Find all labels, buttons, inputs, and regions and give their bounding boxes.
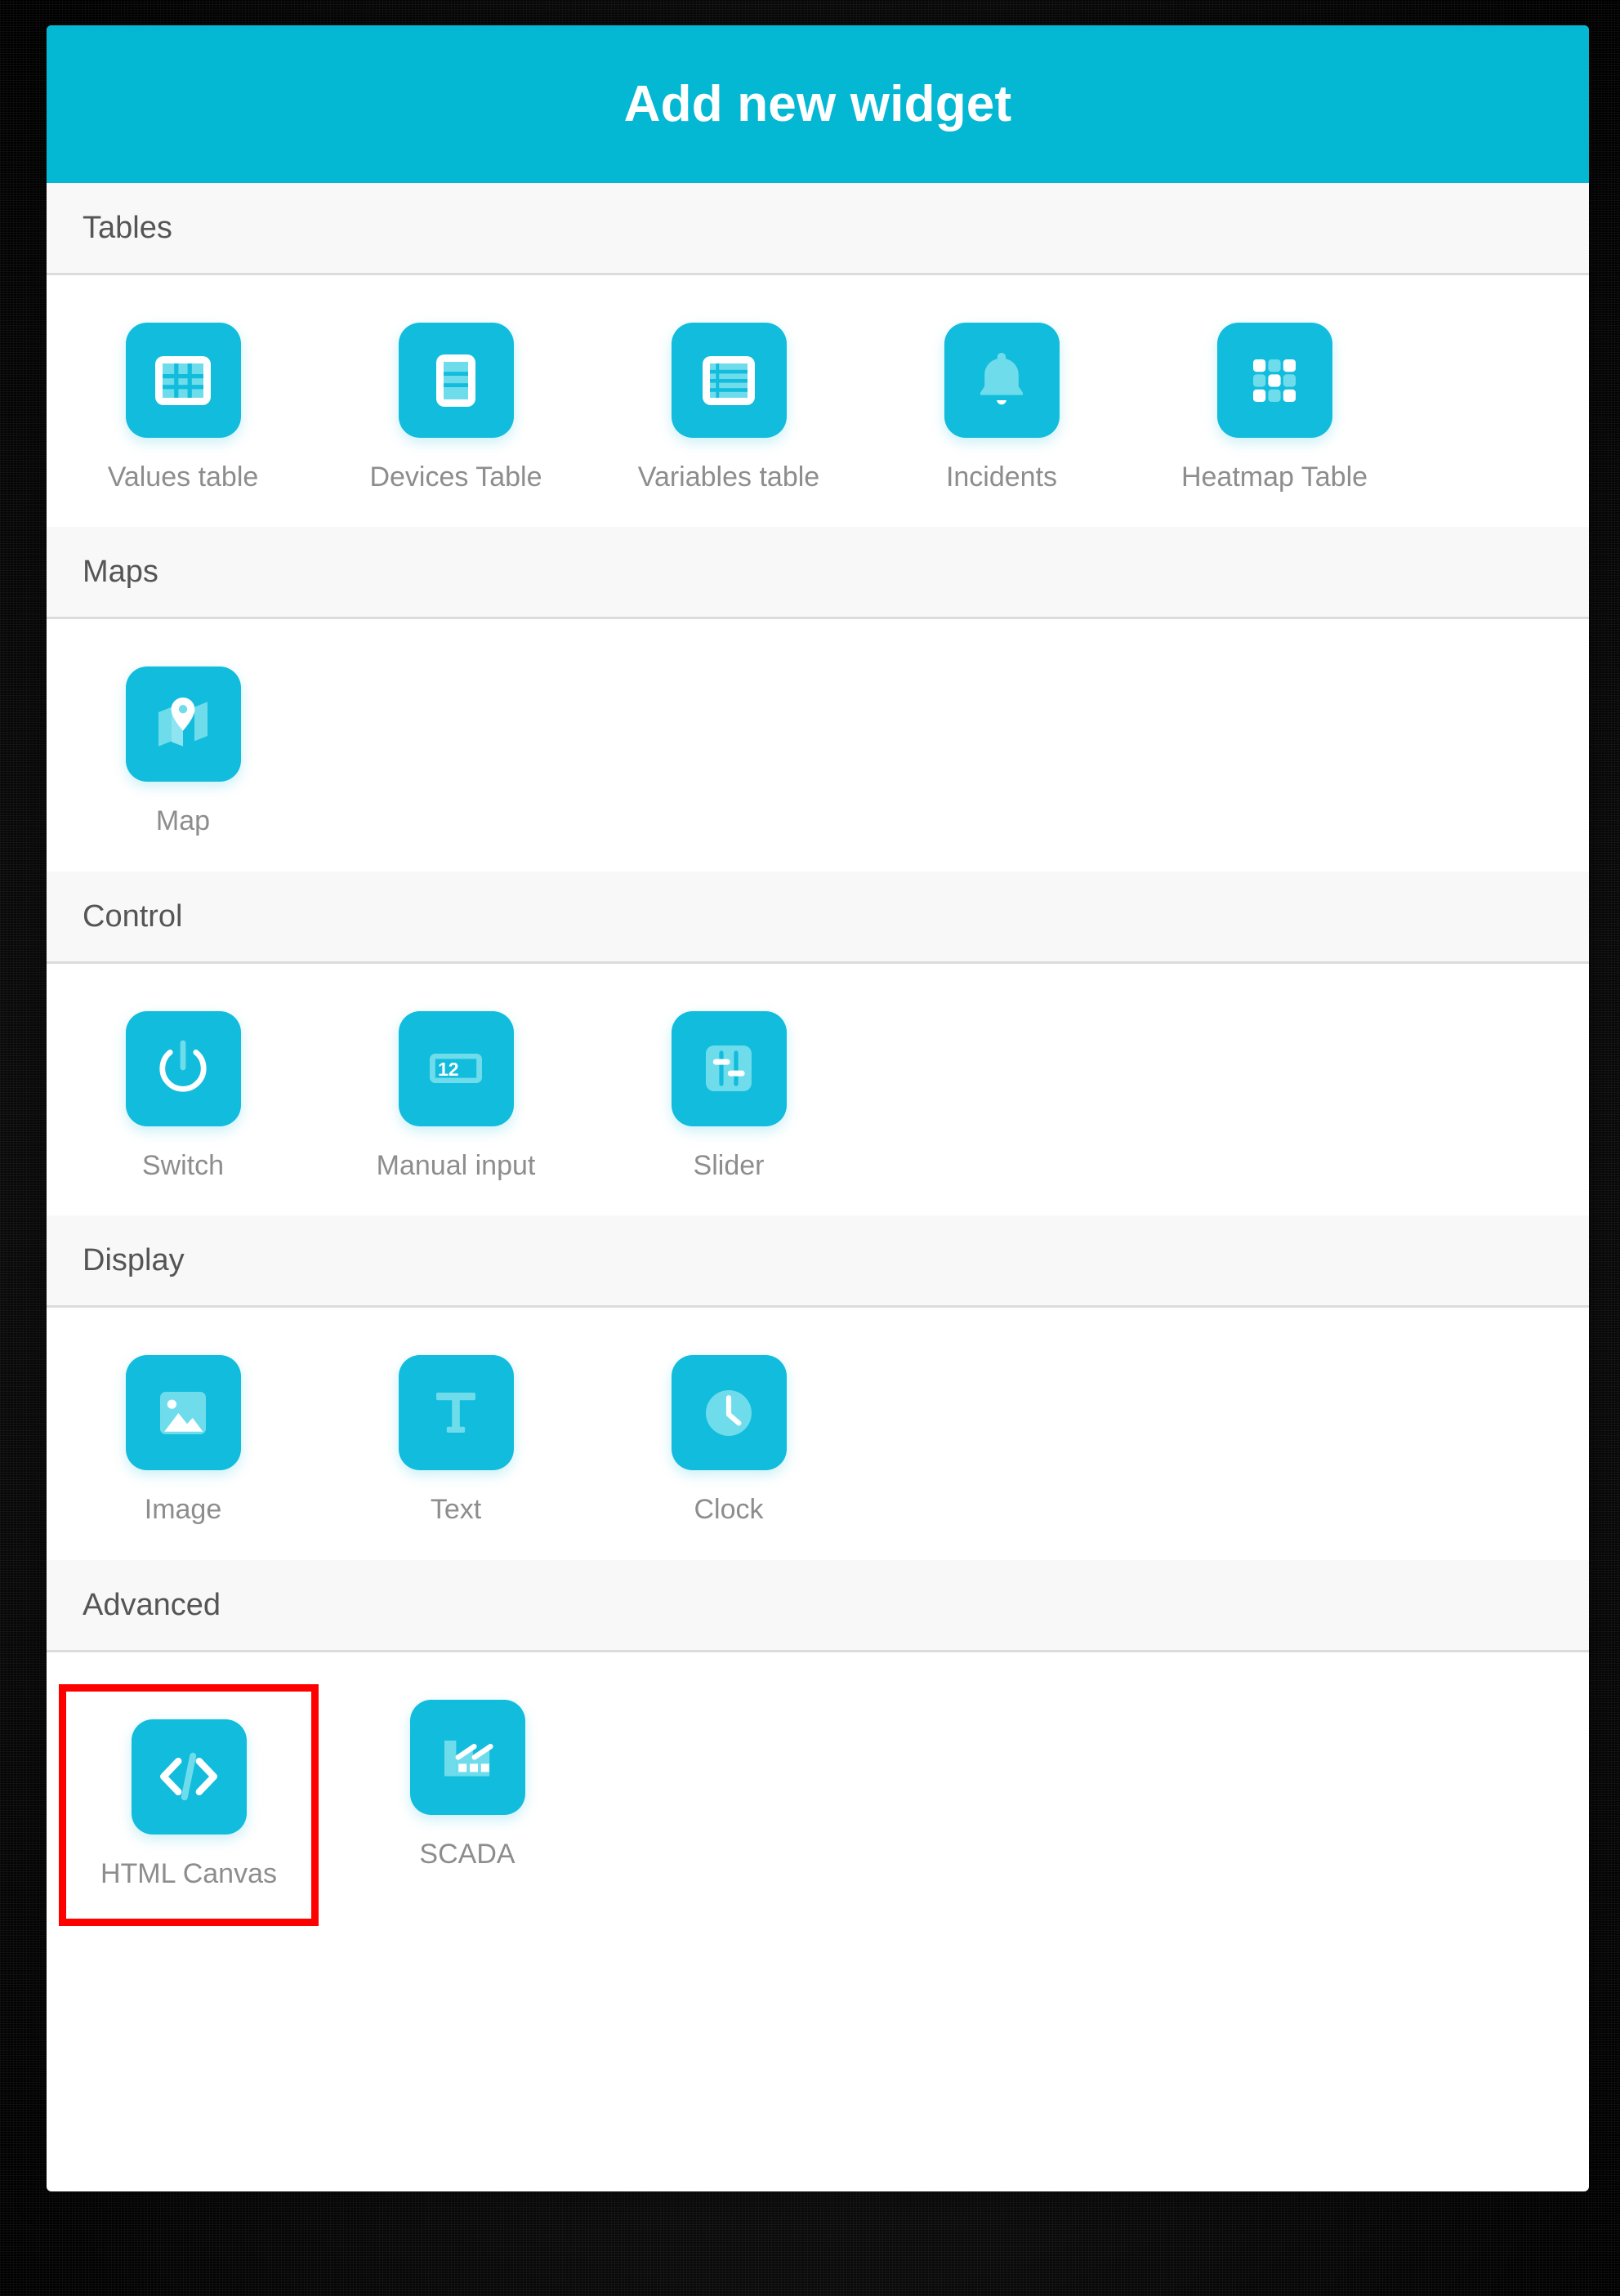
widget-row: Values table Devices Table Variables tab… bbox=[47, 275, 1589, 528]
widget-option-manual-input[interactable]: 12 Manual input bbox=[319, 1003, 592, 1181]
widget-option-image[interactable]: Image bbox=[47, 1347, 319, 1525]
widget-row: HTML Canvas SCADA bbox=[47, 1652, 1589, 1953]
widget-option-switch[interactable]: Switch bbox=[47, 1003, 319, 1181]
values-table-icon bbox=[125, 323, 241, 438]
widget-option-label: Devices Table bbox=[369, 461, 542, 493]
widget-option-devices-table[interactable]: Devices Table bbox=[319, 314, 592, 493]
widget-option-html-canvas[interactable]: HTML Canvas bbox=[59, 1683, 319, 1926]
widget-option-slider[interactable]: Slider bbox=[592, 1003, 865, 1181]
widget-option-scada[interactable]: SCADA bbox=[331, 1692, 604, 1919]
dialog-header: Add new widget bbox=[47, 25, 1589, 183]
widget-option-variables-table[interactable]: Variables table bbox=[592, 314, 865, 493]
section-header-display: Display bbox=[47, 1215, 1589, 1308]
widget-row: Image Text Clock bbox=[47, 1308, 1589, 1560]
widget-option-label: Text bbox=[430, 1494, 482, 1526]
widget-option-label: SCADA bbox=[419, 1838, 515, 1870]
add-widget-dialog: Add new widget Tables Values table Devic… bbox=[47, 25, 1589, 2191]
section-title: Maps bbox=[83, 555, 158, 590]
section-title: Display bbox=[83, 1243, 185, 1278]
heatmap-grid-icon bbox=[1216, 323, 1332, 438]
widget-option-heatmap-table[interactable]: Heatmap Table bbox=[1138, 314, 1411, 493]
bell-icon bbox=[944, 323, 1060, 438]
variables-table-icon bbox=[671, 323, 787, 438]
widget-option-map[interactable]: Map bbox=[47, 658, 319, 836]
widget-option-label: HTML Canvas bbox=[100, 1857, 278, 1889]
power-icon bbox=[125, 1010, 241, 1126]
widget-option-label: Variables table bbox=[637, 461, 820, 493]
widget-option-label: Slider bbox=[693, 1149, 765, 1181]
devices-table-icon bbox=[398, 323, 514, 438]
svg-text:12: 12 bbox=[438, 1059, 459, 1080]
section-title: Control bbox=[83, 898, 183, 934]
section-header-maps: Maps bbox=[47, 527, 1589, 620]
widget-option-label: Incidents bbox=[945, 461, 1058, 493]
widget-row: Switch 12 Manual input Slider bbox=[47, 963, 1589, 1216]
factory-icon bbox=[409, 1699, 525, 1815]
numeric-input-icon: 12 bbox=[398, 1010, 514, 1126]
widget-option-label: Heatmap Table bbox=[1180, 461, 1368, 493]
widget-sections: Tables Values table Devices Table Variab… bbox=[47, 183, 1589, 1953]
section-title: Advanced bbox=[83, 1587, 221, 1622]
page-title: Add new widget bbox=[623, 75, 1012, 132]
widget-option-label: Image bbox=[144, 1494, 222, 1526]
clock-icon bbox=[671, 1355, 787, 1471]
sliders-icon bbox=[671, 1010, 787, 1126]
widget-option-text[interactable]: Text bbox=[319, 1347, 592, 1525]
widget-row: Map bbox=[47, 619, 1589, 872]
widget-option-label: Clock bbox=[694, 1494, 764, 1526]
section-header-control: Control bbox=[47, 871, 1589, 964]
widget-option-label: Manual input bbox=[376, 1149, 536, 1181]
widget-option-clock[interactable]: Clock bbox=[592, 1347, 865, 1525]
text-t-icon bbox=[398, 1355, 514, 1471]
widget-option-label: Switch bbox=[141, 1149, 225, 1181]
section-header-advanced: Advanced bbox=[47, 1559, 1589, 1652]
widget-option-incidents[interactable]: Incidents bbox=[865, 314, 1138, 493]
code-brackets-icon bbox=[131, 1719, 247, 1835]
section-title: Tables bbox=[83, 211, 172, 245]
widget-option-label: Map bbox=[155, 805, 211, 837]
image-icon bbox=[125, 1355, 241, 1471]
widget-option-values-table[interactable]: Values table bbox=[47, 314, 319, 493]
section-header-tables: Tables bbox=[47, 183, 1589, 275]
map-pin-icon bbox=[125, 667, 241, 782]
widget-option-label: Values table bbox=[107, 461, 259, 493]
